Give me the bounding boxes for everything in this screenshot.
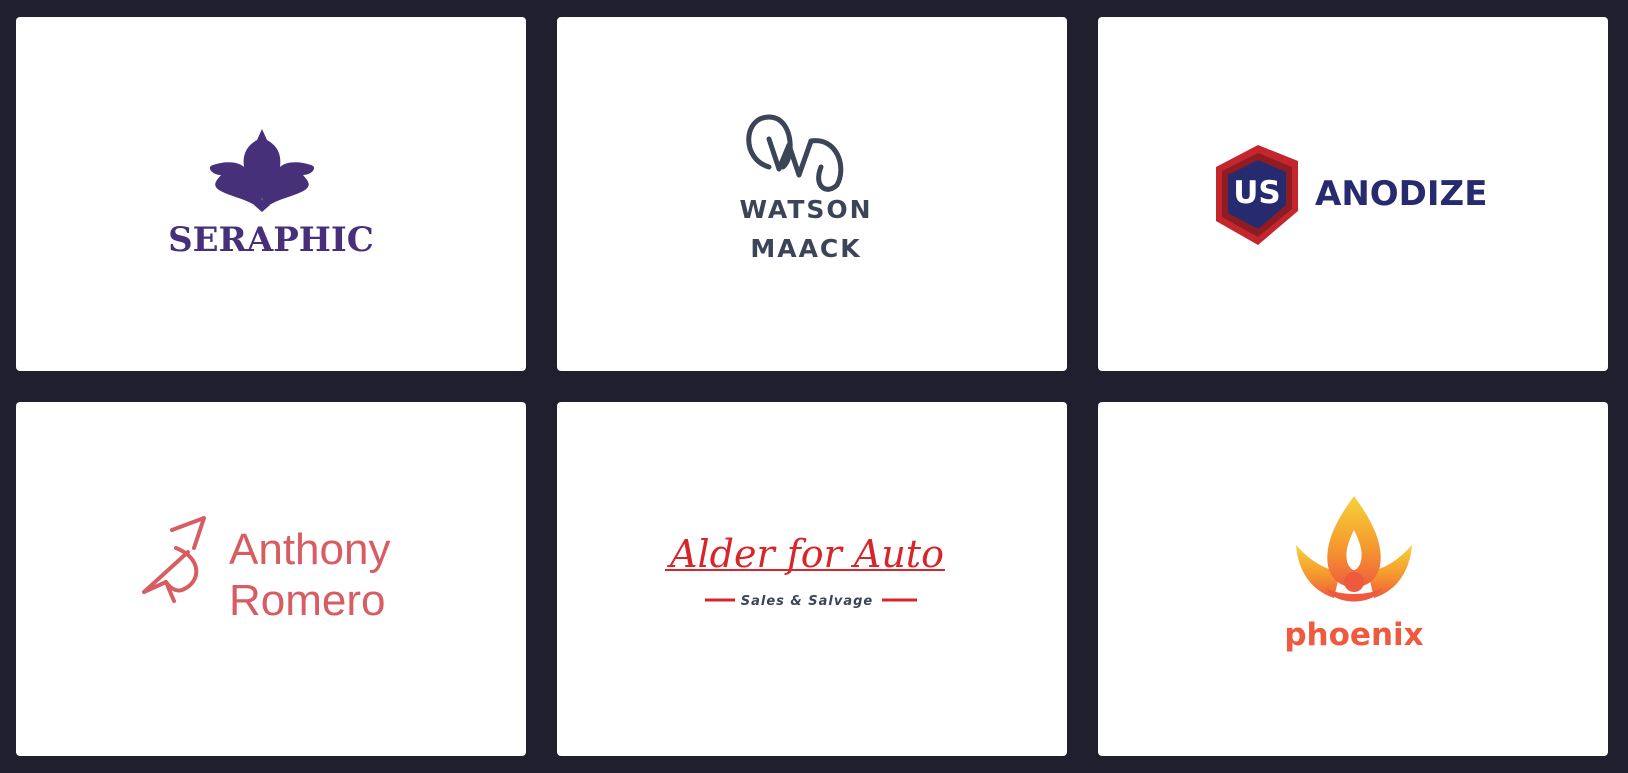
lotus-icon: [209, 129, 315, 212]
logo-card-anthony-romero[interactable]: Anthony Romero: [16, 402, 526, 756]
wm-monogram-icon: [746, 114, 844, 192]
phoenix-logo: phoenix: [1284, 496, 1424, 653]
us-badge-text: US: [1233, 175, 1281, 211]
phoenix-wordmark: phoenix: [1284, 617, 1423, 653]
alder-for-auto-logo: Alder for Auto Sales & Salvage: [665, 532, 945, 609]
arrow-monogram-icon: [142, 516, 206, 603]
us-anodize-logo: US ANODIZE: [1216, 145, 1487, 245]
watson-text: WATSON: [739, 195, 872, 224]
phoenix-flame-icon: [1296, 496, 1412, 602]
logo-grid: SERAPHIC WATSON MAACK US ANODIZE Anthony…: [0, 0, 1628, 773]
tagline-text: Sales & Salvage: [741, 594, 874, 609]
logo-card-watson-maack[interactable]: WATSON MAACK: [557, 17, 1067, 371]
seraphic-logo: SERAPHIC: [168, 129, 374, 260]
logo-card-seraphic[interactable]: SERAPHIC: [16, 17, 526, 371]
seraphic-wordmark: SERAPHIC: [168, 220, 374, 260]
logo-card-alder-for-auto[interactable]: Alder for Auto Sales & Salvage: [557, 402, 1067, 756]
logo-card-us-anodize[interactable]: US ANODIZE: [1098, 17, 1608, 371]
anthony-romero-logo: Anthony Romero: [142, 516, 390, 625]
watson-maack-logo: WATSON MAACK: [739, 114, 872, 263]
maack-text: MAACK: [750, 234, 861, 263]
logo-card-phoenix[interactable]: phoenix: [1098, 402, 1608, 756]
anodize-wordmark: ANODIZE: [1315, 174, 1487, 214]
anthony-text: Anthony: [229, 525, 390, 574]
romero-text: Romero: [229, 576, 386, 625]
